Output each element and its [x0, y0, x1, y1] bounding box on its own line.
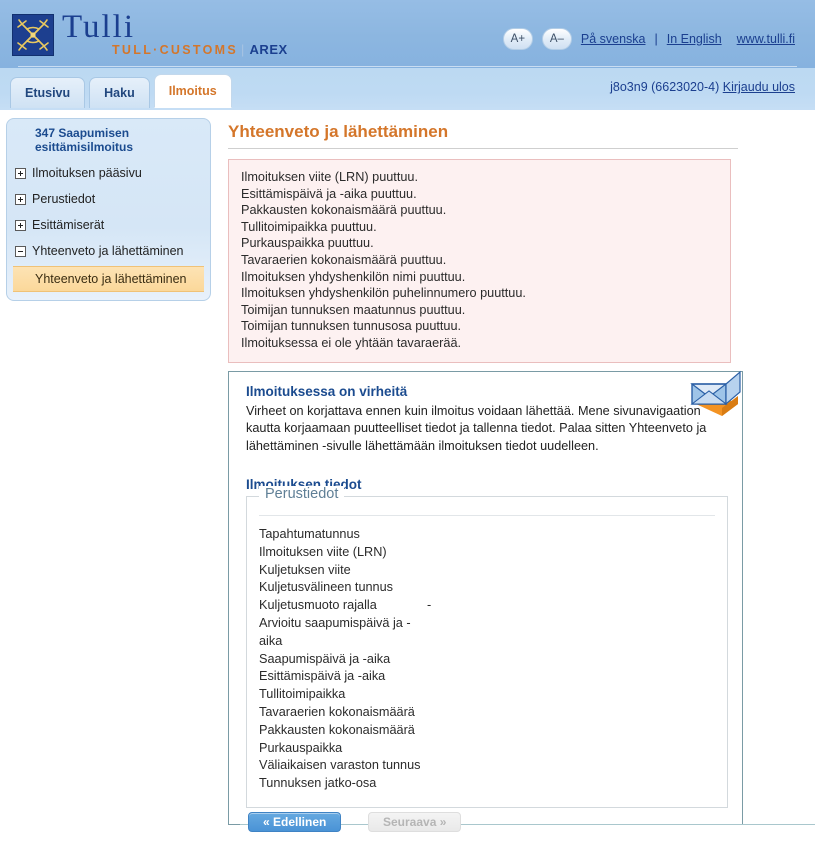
field-label: Tapahtumatunnus — [259, 527, 360, 542]
expand-plus-icon[interactable] — [15, 168, 26, 179]
sidebar-item-ilmoituksen-paasivu[interactable]: Ilmoituksen pääsivu — [7, 160, 210, 186]
field-label: Tavaraerien kokonaismäärä — [259, 705, 415, 719]
field-row: Tunnuksen jatko-osa — [259, 775, 715, 793]
tab-ilmoitus[interactable]: Ilmoitus — [153, 74, 232, 108]
error-message: Toimijan tunnuksen maatunnus puuttuu. — [241, 302, 466, 317]
notice-title: Ilmoituksessa on virheitä — [246, 383, 408, 399]
field-label: Tunnuksen jatko-osa — [259, 776, 377, 791]
field-row: Arvioitu saapumispäivä ja -aika — [259, 615, 715, 651]
collapse-minus-icon[interactable] — [15, 246, 26, 257]
expand-plus-icon[interactable] — [15, 220, 26, 231]
error-message: Ilmoituksessa ei ole yhtään tavaraerää. — [241, 335, 462, 350]
field-row: Pakkausten kokonaismäärä — [259, 722, 715, 740]
error-message: Ilmoituksen viite (LRN) puuttuu. — [241, 170, 418, 184]
user-session-bar: j8o3n9 (6623020-4) Kirjaudu ulos — [610, 80, 795, 94]
field-label: Tullitoimipaikka — [259, 687, 346, 702]
field-row: Kuljetuksen viite — [259, 562, 715, 580]
sidebar-item-perustiedot[interactable]: Perustiedot — [7, 186, 210, 212]
sidebar-item-label: Perustiedot — [32, 192, 96, 206]
error-message: Pakkausten kokonaismäärä puuttuu. — [241, 203, 447, 218]
field-label: Arvioitu saapumispäivä ja -aika — [259, 616, 411, 648]
field-row: Ilmoituksen viite (LRN) — [259, 544, 715, 562]
page-title: Yhteenveto ja lähettäminen — [228, 122, 738, 149]
main-tab-bar: Etusivu Haku Ilmoitus — [10, 74, 232, 108]
perustiedot-fieldset: Perustiedot Tapahtumatunnus Ilmoituksen … — [246, 486, 728, 808]
error-notice-panel: Ilmoituksessa on virheitä Virheet on kor… — [228, 370, 743, 825]
envelope-send-icon — [682, 364, 744, 426]
field-label: Purkauspaikka — [259, 740, 343, 755]
field-label: Kuljetusvälineen tunnus — [259, 580, 394, 595]
field-row: Väliaikaisen varaston tunnus — [259, 757, 715, 775]
side-navigation: 347 Saapumisen esittämisilmoitus Ilmoitu… — [6, 118, 211, 301]
sidebar-item-label: Esittämiserät — [32, 218, 105, 232]
field-value: - — [427, 598, 432, 613]
brand-logo: Tulli TULL·CUSTOMS | AREX — [62, 9, 288, 57]
field-label: Pakkausten kokonaismäärä — [259, 722, 415, 737]
validation-error-box: Ilmoituksen viite (LRN) puuttuu. Esittäm… — [228, 159, 731, 363]
tab-haku[interactable]: Haku — [89, 77, 150, 108]
brand-subtitle: TULL·CUSTOMS — [112, 43, 238, 57]
field-row: Tullitoimipaikka — [259, 686, 715, 704]
field-label: Esittämispäivä ja -aika — [259, 669, 386, 684]
header-utility-bar: A+ A– På svenska | In English www.tulli.… — [502, 28, 795, 50]
header-link-separator: | — [654, 32, 658, 46]
main-content: Yhteenveto ja lähettäminen Ilmoituksen v… — [228, 122, 804, 825]
error-message: Esittämispäivä ja -aika puuttuu. — [241, 186, 417, 201]
field-row: Esittämispäivä ja -aika — [259, 668, 715, 686]
field-label: Saapumispäivä ja -aika — [259, 651, 391, 666]
error-message: Tavaraerien kokonaismäärä puuttuu. — [241, 252, 447, 267]
customs-caduceus-emblem-icon — [12, 14, 54, 56]
sidebar-item-yhteenveto-ja-lahettaminen[interactable]: Yhteenveto ja lähettäminen — [7, 238, 210, 264]
sidebar-title: 347 Saapumisen esittämisilmoitus — [35, 126, 134, 154]
error-message: Ilmoituksen yhdyshenkilön nimi puuttuu. — [241, 269, 466, 284]
field-row: Tapahtumatunnus — [259, 526, 715, 544]
tab-etusivu[interactable]: Etusivu — [10, 77, 86, 108]
app-window: Tulli TULL·CUSTOMS | AREX A+ A– På svenska… — [0, 0, 815, 850]
field-row: Kuljetusvälineen tunnus — [259, 579, 715, 597]
error-message: Toimijan tunnuksen tunnusosa puuttuu. — [241, 319, 462, 334]
field-row: Purkauspaikka — [259, 740, 715, 758]
font-decrease-button[interactable]: A– — [541, 28, 572, 50]
field-label: Kuljetusmuoto rajalla — [259, 598, 377, 613]
wizard-navigation: « Edellinen Seuraava » — [240, 812, 815, 850]
field-row: Saapumispäivä ja -aika — [259, 651, 715, 669]
expand-plus-icon[interactable] — [15, 194, 26, 205]
notice-text: Virheet on korjattava ennen kuin ilmoitu… — [246, 403, 707, 453]
field-label: Ilmoituksen viite (LRN) — [259, 544, 387, 559]
error-message: Purkauspaikka puuttuu. — [241, 236, 374, 251]
fieldset-rule — [259, 515, 715, 517]
field-label: Väliaikaisen varaston tunnus — [259, 758, 421, 773]
font-increase-button[interactable]: A+ — [502, 28, 533, 50]
page-body: 347 Saapumisen esittämisilmoitus Ilmoitu… — [0, 110, 815, 850]
next-button: Seuraava » — [368, 812, 462, 832]
lang-link-swedish[interactable]: På svenska — [581, 32, 646, 46]
lang-link-english[interactable]: In English — [667, 32, 722, 46]
sidebar-item-esittamiserat[interactable]: Esittämiserät — [7, 212, 210, 238]
sidebar-subitem-yhteenveto-ja-lahettaminen[interactable]: Yhteenveto ja lähettäminen — [13, 266, 204, 292]
brand-name: Tulli — [62, 9, 136, 45]
user-account-label: j8o3n9 (6623020-4) — [610, 80, 720, 94]
error-message: Ilmoituksen yhdyshenkilön puhelinnumero … — [241, 286, 526, 301]
field-label: Kuljetuksen viite — [259, 562, 351, 577]
fieldset-legend: Perustiedot — [259, 486, 345, 503]
external-site-link[interactable]: www.tulli.fi — [737, 32, 795, 46]
header-divider — [18, 66, 797, 67]
error-message: Tullitoimipaikka puuttuu. — [241, 219, 377, 234]
sidebar-item-label: Ilmoituksen pääsivu — [32, 166, 142, 180]
logout-link[interactable]: Kirjaudu ulos — [723, 80, 795, 94]
sidebar-item-label: Yhteenveto ja lähettäminen — [32, 244, 184, 258]
field-row: Tavaraerien kokonaismäärä — [259, 704, 715, 722]
previous-button[interactable]: « Edellinen — [248, 812, 342, 832]
system-name: AREX — [249, 42, 288, 57]
field-row: Kuljetusmuoto rajalla - — [259, 597, 715, 615]
